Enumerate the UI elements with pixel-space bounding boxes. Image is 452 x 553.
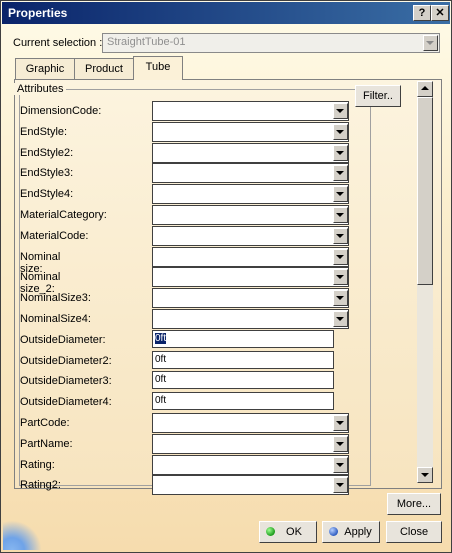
attribute-text-field[interactable]: 0ft xyxy=(152,371,334,389)
scroll-down-icon[interactable] xyxy=(417,467,433,483)
attribute-value: 0ft xyxy=(155,333,167,344)
attribute-label: PartCode: xyxy=(20,417,70,429)
tab-product[interactable]: Product xyxy=(74,58,134,79)
attribute-combo[interactable] xyxy=(152,267,349,287)
vertical-scrollbar[interactable] xyxy=(417,81,433,483)
chevron-down-icon[interactable] xyxy=(333,124,348,140)
help-button[interactable]: ? xyxy=(413,5,431,21)
attribute-text-field[interactable]: 0ft xyxy=(152,330,334,348)
current-selection-combo: StraightTube-01 xyxy=(102,33,440,53)
attribute-label: OutsideDiameter2: xyxy=(20,355,112,367)
apply-icon xyxy=(329,527,338,536)
filter-button[interactable]: Filter.. xyxy=(355,85,401,107)
chevron-down-icon[interactable] xyxy=(333,269,348,285)
attribute-combo[interactable] xyxy=(152,163,349,183)
title-bar[interactable]: Properties ? ✕ xyxy=(2,2,450,24)
attribute-combo[interactable] xyxy=(152,184,349,204)
chevron-down-icon[interactable] xyxy=(333,207,348,223)
attribute-combo[interactable] xyxy=(152,309,349,329)
scroll-up-icon[interactable] xyxy=(417,81,433,97)
attribute-combo[interactable] xyxy=(152,475,349,495)
attribute-text-field[interactable]: 0ft xyxy=(152,392,334,410)
attribute-label: Rating2: xyxy=(20,479,61,491)
decorative-corner-icon xyxy=(3,518,49,550)
chevron-down-icon[interactable] xyxy=(333,249,348,265)
attribute-combo[interactable] xyxy=(152,122,349,142)
attribute-label: MaterialCode: xyxy=(20,230,89,242)
chevron-down-icon[interactable] xyxy=(333,228,348,244)
ok-label: OK xyxy=(286,526,302,538)
attribute-combo[interactable] xyxy=(152,434,349,454)
attribute-combo[interactable] xyxy=(152,288,349,308)
chevron-down-icon xyxy=(423,35,438,51)
attribute-label: EndStyle3: xyxy=(20,167,74,179)
attribute-value: 0ft xyxy=(155,354,167,365)
ok-icon xyxy=(266,527,275,536)
chevron-down-icon[interactable] xyxy=(333,457,348,473)
chevron-down-icon[interactable] xyxy=(333,311,348,327)
attribute-value: 0ft xyxy=(155,374,167,385)
tab-tube[interactable]: Tube xyxy=(133,56,183,80)
chevron-down-icon[interactable] xyxy=(333,290,348,306)
scroll-thumb[interactable] xyxy=(417,97,433,285)
chevron-down-icon[interactable] xyxy=(333,103,348,119)
attribute-label: EndStyle: xyxy=(20,126,68,138)
ok-button[interactable]: OK xyxy=(259,521,317,543)
attribute-label: Rating: xyxy=(20,459,55,471)
attribute-label: OutsideDiameter3: xyxy=(20,375,112,387)
attribute-text-field[interactable]: 0ft xyxy=(152,351,334,369)
attribute-combo[interactable] xyxy=(152,413,349,433)
chevron-down-icon[interactable] xyxy=(333,165,348,181)
apply-button[interactable]: Apply xyxy=(322,521,380,543)
attribute-label: NominalSize4: xyxy=(20,313,91,325)
properties-dialog: Properties ? ✕ Current selection : Strai… xyxy=(0,0,452,553)
attribute-combo[interactable] xyxy=(152,205,349,225)
attribute-combo[interactable] xyxy=(152,101,349,121)
attribute-label: OutsideDiameter: xyxy=(20,334,106,346)
attribute-label: MaterialCategory: xyxy=(20,209,107,221)
close-icon[interactable]: ✕ xyxy=(431,5,449,21)
more-button[interactable]: More... xyxy=(387,493,441,515)
chevron-down-icon[interactable] xyxy=(333,145,348,161)
close-button[interactable]: Close xyxy=(386,521,442,543)
attribute-label: OutsideDiameter4: xyxy=(20,396,112,408)
current-selection-label: Current selection : xyxy=(13,37,103,49)
attribute-combo[interactable] xyxy=(152,247,349,267)
attribute-label: EndStyle4: xyxy=(20,188,74,200)
dialog-title: Properties xyxy=(8,6,68,20)
chevron-down-icon[interactable] xyxy=(333,415,348,431)
chevron-down-icon[interactable] xyxy=(333,477,348,493)
attributes-group-title: Attributes xyxy=(14,83,67,95)
attribute-label: EndStyle2: xyxy=(20,147,74,159)
chevron-down-icon[interactable] xyxy=(333,436,348,452)
attribute-value: 0ft xyxy=(155,395,167,406)
attribute-label: NominalSize3: xyxy=(20,292,91,304)
apply-label: Apply xyxy=(344,526,372,538)
attribute-label: DimensionCode: xyxy=(20,105,102,117)
attribute-label: PartName: xyxy=(20,438,73,450)
attribute-combo[interactable] xyxy=(152,455,349,475)
attribute-combo[interactable] xyxy=(152,226,349,246)
attribute-combo[interactable] xyxy=(152,143,349,163)
current-selection-value: StraightTube-01 xyxy=(107,36,186,48)
chevron-down-icon[interactable] xyxy=(333,186,348,202)
tab-graphic[interactable]: Graphic xyxy=(15,58,75,79)
